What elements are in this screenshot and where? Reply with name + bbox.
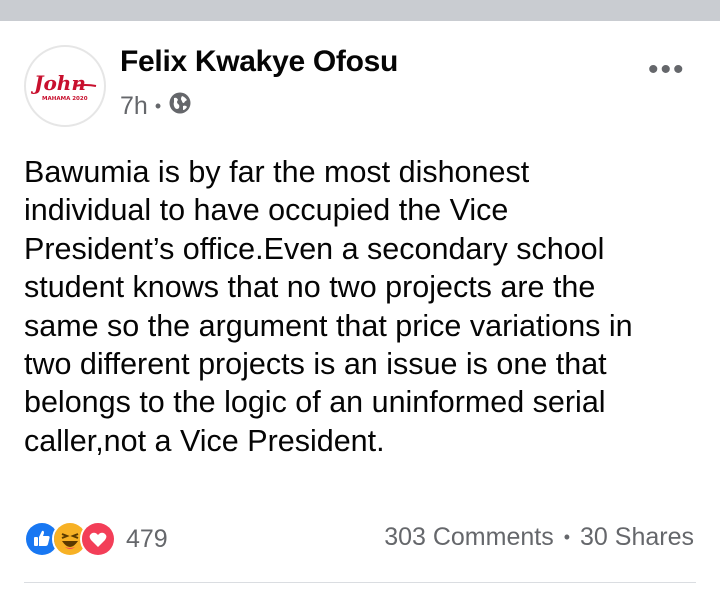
ellipsis-icon[interactable]: ••• xyxy=(648,55,686,85)
reactions-summary[interactable]: 479 xyxy=(24,521,168,557)
shares-count[interactable]: 30 Shares xyxy=(580,523,694,552)
timestamp[interactable]: 7h xyxy=(120,92,148,121)
avatar[interactable]: John MAHAMA 2020 xyxy=(24,45,106,127)
facebook-post: John MAHAMA 2020 Felix Kwakye Ofosu 7h •… xyxy=(0,21,720,590)
svg-text:MAHAMA 2020: MAHAMA 2020 xyxy=(42,96,88,102)
stats-separator: • xyxy=(563,527,571,547)
svg-text:John: John xyxy=(30,71,86,95)
reaction-count: 479 xyxy=(126,524,168,553)
divider xyxy=(24,582,696,583)
author-name[interactable]: Felix Kwakye Ofosu xyxy=(120,45,398,79)
engagement-stats: 303 Comments • 30 Shares xyxy=(384,523,694,552)
meta-separator: • xyxy=(154,96,162,116)
campaign-logo: John MAHAMA 2020 xyxy=(30,71,97,102)
top-strip xyxy=(0,0,720,21)
post-meta: 7h • xyxy=(120,91,192,122)
post-body: Bawumia is by far the most dishonest ind… xyxy=(24,155,633,458)
comments-count[interactable]: 303 Comments xyxy=(384,523,554,552)
globe-icon xyxy=(168,91,192,122)
love-icon xyxy=(80,521,116,557)
